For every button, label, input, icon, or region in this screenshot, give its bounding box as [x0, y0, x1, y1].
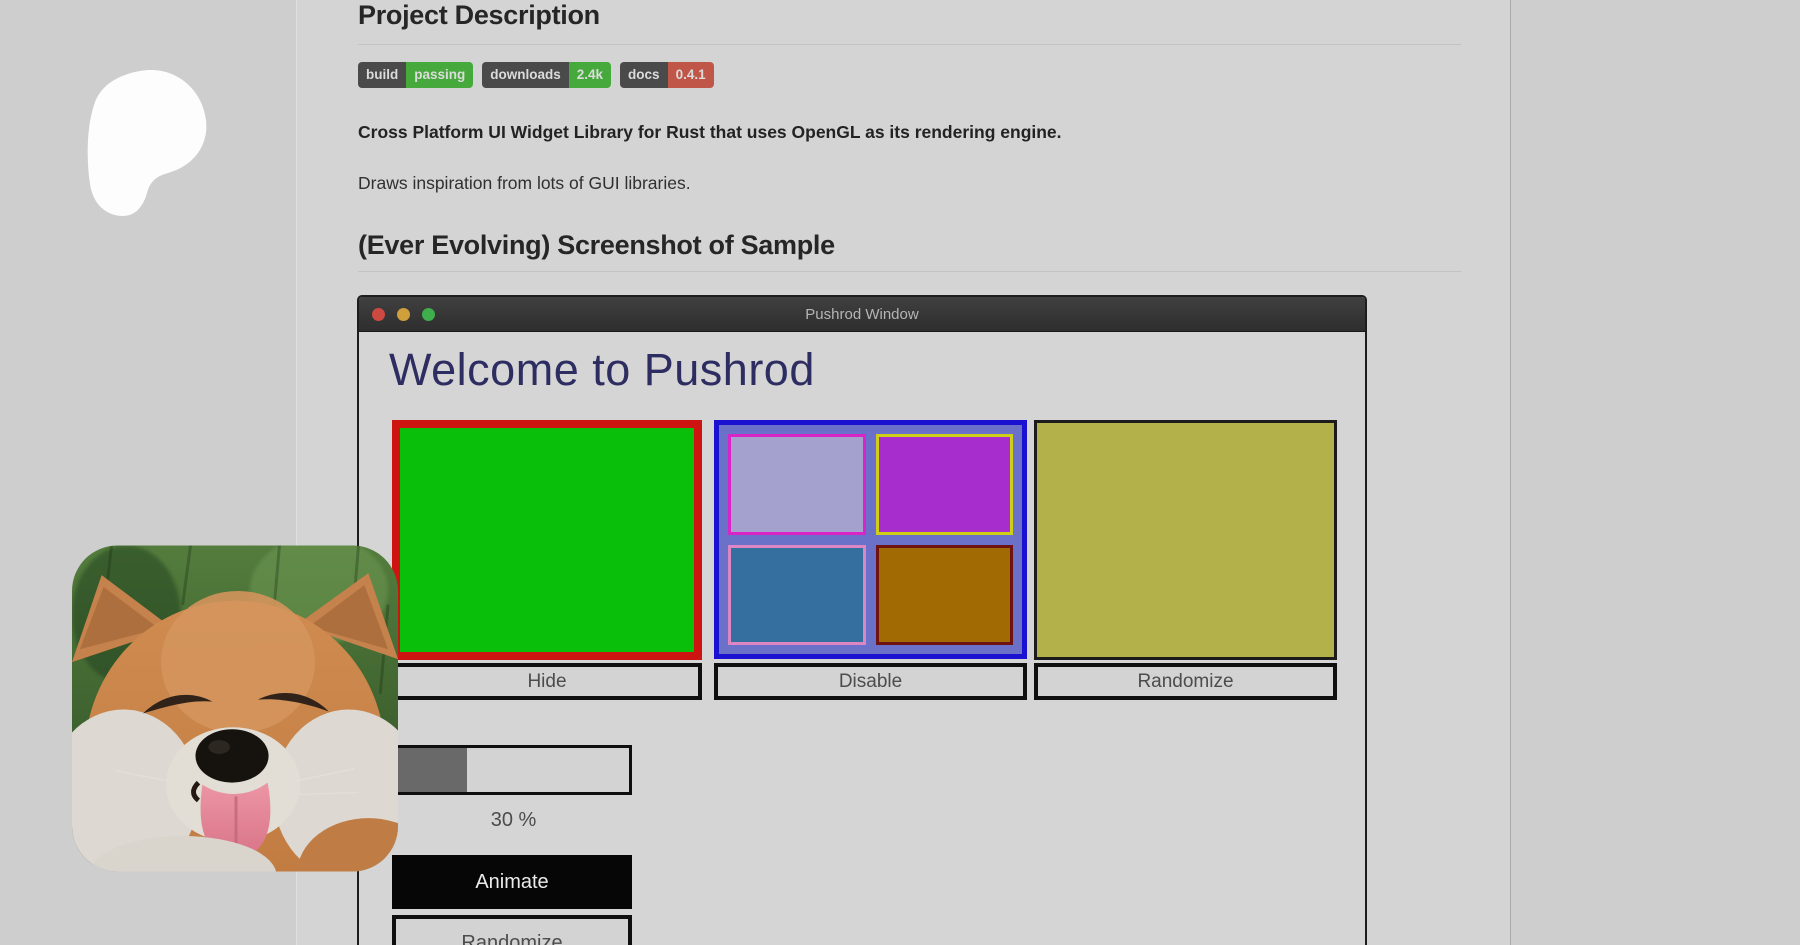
welcome-heading: Welcome to Pushrod: [389, 344, 815, 396]
animate-button[interactable]: Animate: [392, 855, 632, 909]
progress-bar-fill: [398, 748, 467, 792]
project-tagline: Cross Platform UI Widget Library for Rus…: [358, 122, 1358, 143]
patreon-logo-icon: [78, 68, 212, 218]
brown-widget-cell: [876, 545, 1014, 646]
docs-version-badge[interactable]: docs 0.4.1: [620, 62, 714, 88]
pushrod-window: Pushrod Window Welcome to Pushrod Hide D…: [357, 295, 1367, 945]
badge-label: docs: [620, 62, 668, 88]
green-widget-box: [392, 420, 702, 660]
olive-widget-box: [1034, 420, 1337, 660]
progress-bar: [395, 745, 632, 795]
project-subtitle: Draws inspiration from lots of GUI libra…: [358, 173, 1358, 194]
page-root: Project Description build passing downlo…: [0, 0, 1800, 945]
badge-label: downloads: [482, 62, 569, 88]
window-titlebar[interactable]: Pushrod Window: [359, 297, 1365, 332]
badge-label: build: [358, 62, 406, 88]
disable-button[interactable]: Disable: [714, 663, 1027, 700]
window-title: Pushrod Window: [359, 297, 1365, 332]
progress-percent-label: 30 %: [395, 809, 632, 832]
badge-value: passing: [406, 62, 473, 88]
screenshot-sample-heading: (Ever Evolving) Screenshot of Sample: [358, 230, 1461, 272]
purple-widget-cell: [876, 434, 1014, 535]
randomize-button[interactable]: Randomize: [1034, 663, 1337, 700]
badge-value: 0.4.1: [668, 62, 714, 88]
lavender-widget-cell: [728, 434, 866, 535]
hide-button[interactable]: Hide: [392, 663, 702, 700]
blue-widget-panel: [714, 420, 1027, 659]
badge-row: build passing downloads 2.4k docs 0.4.1: [358, 62, 714, 88]
build-status-badge[interactable]: build passing: [358, 62, 473, 88]
randomize-button-bottom[interactable]: Randomize: [392, 915, 632, 945]
badge-value: 2.4k: [569, 62, 611, 88]
downloads-badge[interactable]: downloads 2.4k: [482, 62, 611, 88]
steel-blue-widget-cell: [728, 545, 866, 646]
project-description-heading: Project Description: [358, 0, 1461, 45]
shiba-dog-photo: [72, 543, 398, 874]
